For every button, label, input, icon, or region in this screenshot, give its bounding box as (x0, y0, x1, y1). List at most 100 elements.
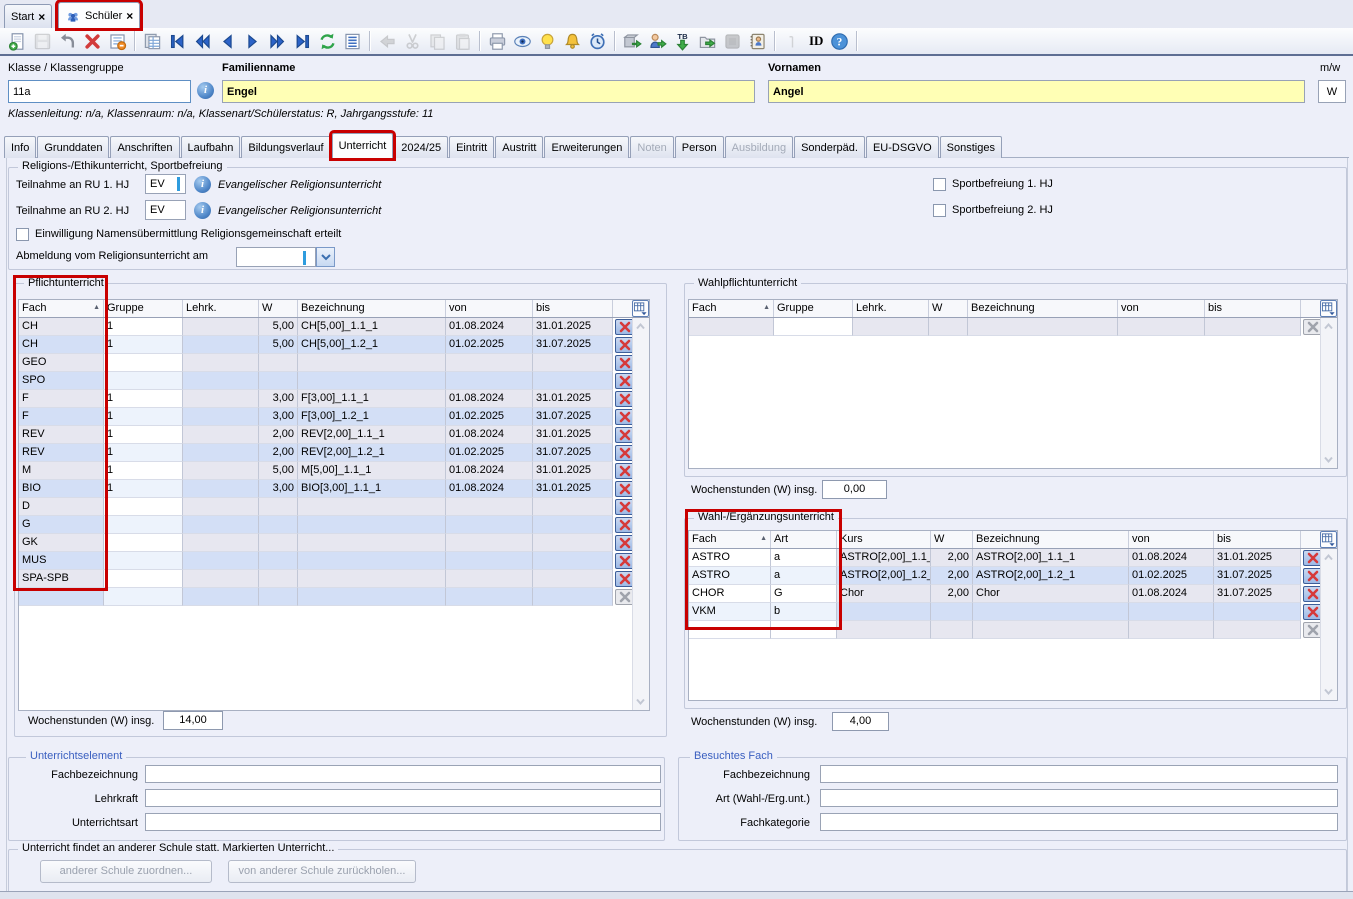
cell-bezeichnung[interactable]: CH[5,00]_1.1_1 (298, 318, 446, 336)
cell-gruppe[interactable]: 1 (104, 462, 183, 480)
cell-gruppe[interactable]: 1 (104, 336, 183, 354)
cell-bis[interactable]: 31.01.2025 (533, 390, 613, 408)
cell-bezeichnung[interactable] (298, 534, 446, 552)
tab-info[interactable]: Info (4, 136, 36, 158)
cell-w[interactable] (931, 621, 973, 639)
cell-von[interactable] (446, 354, 533, 372)
cell-fach[interactable]: REV (19, 426, 104, 444)
cell-von[interactable]: 01.02.2025 (1129, 567, 1214, 585)
cell-fach[interactable]: VKM (689, 603, 771, 621)
pflicht-col-header-w[interactable]: W (259, 300, 298, 317)
cell-bis[interactable]: 31.07.2025 (533, 444, 613, 462)
info-icon[interactable]: i (194, 176, 211, 193)
cell-lehrk[interactable] (183, 462, 259, 480)
cell-bezeichnung[interactable] (298, 498, 446, 516)
abmeldung-combo[interactable] (236, 247, 335, 267)
cell-bezeichnung[interactable]: ASTRO[2,00]_1.1_1 (973, 549, 1129, 567)
geschlecht-input[interactable] (1318, 80, 1346, 103)
bf-fachkategorie-input[interactable] (820, 813, 1338, 831)
cell-w[interactable]: 3,00 (259, 390, 298, 408)
tab-grunddaten[interactable]: Grunddaten (37, 136, 109, 158)
cell-w[interactable]: 2,00 (931, 549, 973, 567)
cell-lehrk[interactable] (183, 516, 259, 534)
cell-gruppe[interactable] (104, 588, 183, 606)
cell-w[interactable] (259, 534, 298, 552)
cell-bis[interactable]: 31.07.2025 (1214, 585, 1301, 603)
column-options-button[interactable] (1320, 300, 1337, 317)
cell-gruppe[interactable]: 1 (104, 426, 183, 444)
cell-von[interactable] (446, 516, 533, 534)
cell-art[interactable]: b (771, 603, 837, 621)
toolbar-nav-first-icon[interactable] (165, 30, 190, 52)
tab-erweiterungen[interactable]: Erweiterungen (544, 136, 629, 158)
toolbar-tb-import-icon[interactable]: TB (670, 30, 695, 52)
doc-tab-schueler[interactable]: Schüler × (58, 2, 140, 28)
toolbar-alarm-clock-icon[interactable] (585, 30, 610, 52)
cell-lehrk[interactable] (183, 372, 259, 390)
toolbar-edit-form-icon[interactable] (105, 30, 130, 52)
doc-tab-start[interactable]: Start × (4, 4, 52, 28)
cell-fach[interactable]: MUS (19, 552, 104, 570)
cell-bezeichnung[interactable]: BIO[3,00]_1.1_1 (298, 480, 446, 498)
pflicht-col-header-fach[interactable]: Fach▲ (19, 300, 104, 317)
cell-fach[interactable]: ASTRO (689, 567, 771, 585)
cell-w[interactable]: 3,00 (259, 480, 298, 498)
cell-von[interactable]: 01.08.2024 (1129, 585, 1214, 603)
wahlpflicht-col-header-lehrk[interactable]: Lehrk. (853, 300, 929, 317)
wahlpflicht-col-header-gruppe[interactable]: Gruppe (774, 300, 853, 317)
cell-w[interactable]: 5,00 (259, 336, 298, 354)
cell-w[interactable] (931, 603, 973, 621)
chevron-down-icon[interactable] (316, 247, 335, 267)
cell-bezeichnung[interactable]: M[5,00]_1.1_1 (298, 462, 446, 480)
toolbar-delete-record-icon[interactable] (80, 30, 105, 52)
cell-fach[interactable]: GK (19, 534, 104, 552)
cell-fach[interactable]: F (19, 408, 104, 426)
scroll-up-icon[interactable] (1322, 320, 1335, 333)
tab-2024-25[interactable]: 2024/25 (394, 136, 448, 158)
cell-gruppe[interactable]: 1 (104, 318, 183, 336)
cell-bis[interactable] (533, 570, 613, 588)
toolbar-refresh-icon[interactable] (315, 30, 340, 52)
cell-bezeichnung[interactable]: CH[5,00]_1.2_1 (298, 336, 446, 354)
info-icon[interactable]: i (194, 202, 211, 219)
ue-lehrkraft-input[interactable] (145, 789, 661, 807)
cell-kurs[interactable]: ASTRO[2,00]_1.2_1 (837, 567, 931, 585)
wahl-erg-col-header-bis[interactable]: bis (1214, 531, 1301, 548)
toolbar-address-book-icon[interactable] (745, 30, 770, 52)
cell-lehrk[interactable] (183, 390, 259, 408)
toolbar-nav-fast-next-icon[interactable] (265, 30, 290, 52)
toolbar-nav-last-icon[interactable] (290, 30, 315, 52)
cell-fach[interactable]: CH (19, 336, 104, 354)
cell-von[interactable]: 01.08.2024 (446, 480, 533, 498)
cell-fach[interactable]: CH (19, 318, 104, 336)
info-icon[interactable]: i (197, 82, 214, 99)
cell-lehrk[interactable] (183, 588, 259, 606)
cell-bis[interactable] (533, 516, 613, 534)
bf-fachbezeichnung-input[interactable] (820, 765, 1338, 783)
cell-bis[interactable] (1205, 318, 1301, 336)
retrieve-other-school-button[interactable]: von anderer Schule zurückholen... (228, 860, 416, 883)
cell-lehrk[interactable] (183, 336, 259, 354)
toolbar-export-person-icon[interactable] (645, 30, 670, 52)
cell-bis[interactable] (533, 498, 613, 516)
cell-bis[interactable]: 31.07.2025 (533, 336, 613, 354)
ru2-input[interactable] (145, 200, 186, 220)
cell-bis[interactable] (533, 552, 613, 570)
cell-gruppe[interactable] (104, 552, 183, 570)
cell-gruppe[interactable] (104, 516, 183, 534)
cell-von[interactable]: 01.08.2024 (446, 426, 533, 444)
tab-person[interactable]: Person (675, 136, 724, 158)
cell-fach[interactable]: F (19, 390, 104, 408)
cell-w[interactable]: 2,00 (259, 426, 298, 444)
cell-bezeichnung[interactable] (973, 603, 1129, 621)
cell-w[interactable]: 2,00 (259, 444, 298, 462)
toolbar-nav-prev-icon[interactable] (215, 30, 240, 52)
cell-lehrk[interactable] (183, 426, 259, 444)
cell-w[interactable] (259, 354, 298, 372)
cell-von[interactable] (446, 372, 533, 390)
scroll-down-icon[interactable] (1322, 685, 1335, 698)
cell-bezeichnung[interactable]: Chor (973, 585, 1129, 603)
sportbefreiung2-checkbox[interactable] (933, 204, 946, 217)
cell-bezeichnung[interactable] (968, 318, 1118, 336)
cell-bezeichnung[interactable]: F[3,00]_1.1_1 (298, 390, 446, 408)
